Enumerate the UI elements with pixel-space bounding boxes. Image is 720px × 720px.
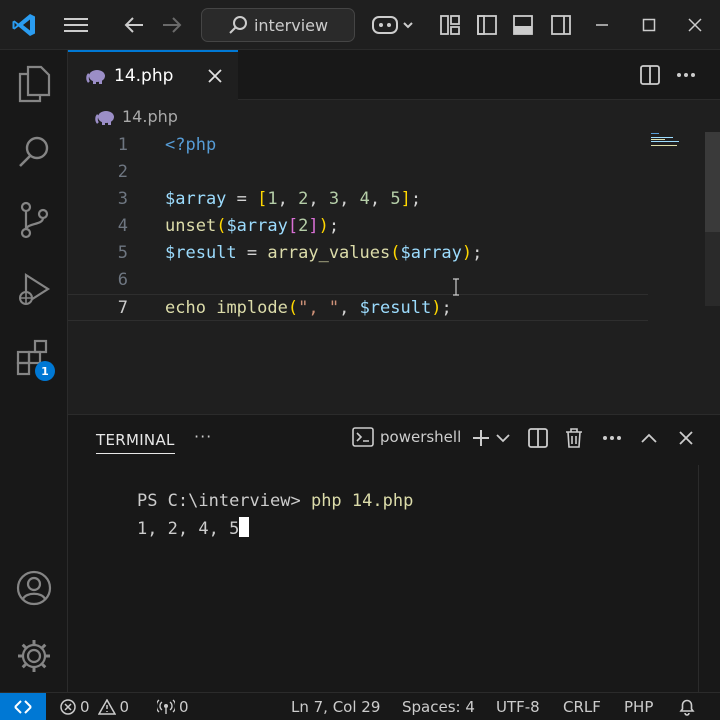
code-line: 3 $array = [1, 2, 3, 4, 5]; [68, 186, 648, 213]
warning-icon [97, 699, 116, 715]
more-actions-icon[interactable] [674, 63, 698, 87]
code-line: 6 [68, 267, 648, 294]
command-center-search[interactable]: interview [201, 8, 355, 42]
code-line: 4 unset($array[2]); [68, 213, 648, 240]
line-number: 7 [117, 298, 128, 318]
toggle-panel-icon[interactable] [511, 13, 535, 37]
terminal-output-line: 1, 2, 4, 5 [96, 497, 250, 559]
tab-14-php[interactable]: 14.php [68, 50, 238, 100]
vscode-logo-icon [8, 9, 40, 41]
php-elephant-icon [95, 109, 115, 125]
code-text: unset($array[2]); [165, 216, 340, 236]
text-cursor-icon [452, 278, 460, 296]
breadcrumb-file[interactable]: 14.php [122, 107, 178, 126]
terminal-output: 1, 2, 4, 5 [136, 519, 240, 539]
remote-indicator-icon[interactable] [0, 693, 46, 720]
extensions-icon[interactable]: 1 [0, 328, 68, 388]
editor-scrollbar[interactable] [698, 132, 720, 414]
code-line-current: 7 echo implode(", ", $result); [68, 294, 648, 321]
code-line: 1 <?php [68, 132, 648, 159]
tab-label: 14.php [114, 66, 174, 86]
forward-arrow-icon[interactable] [158, 12, 186, 38]
line-number: 5 [117, 243, 128, 263]
code-text: echo implode(", ", $result); [165, 298, 452, 318]
close-tab-icon[interactable] [208, 69, 222, 83]
panel-more-actions[interactable]: ··· [194, 427, 212, 446]
shell-name: powershell [380, 428, 462, 446]
broadcast-icon [157, 699, 175, 715]
source-control-icon[interactable] [0, 190, 68, 250]
title-bar: interview [0, 0, 720, 50]
copilot-icon[interactable] [370, 12, 416, 38]
warning-count: 0 [119, 698, 130, 716]
close-panel-icon[interactable] [675, 427, 697, 449]
search-text: interview [253, 15, 329, 35]
line-number: 1 [117, 135, 128, 155]
line-number: 2 [117, 162, 128, 182]
terminal-shell-selector[interactable]: powershell [352, 427, 461, 447]
run-debug-icon[interactable] [0, 260, 68, 320]
minimap[interactable] [651, 132, 691, 148]
toggle-primary-sidebar-icon[interactable] [475, 13, 499, 37]
terminal-icon [352, 427, 374, 447]
minimize-icon[interactable] [590, 13, 614, 37]
search-icon [228, 15, 248, 35]
problems-indicator[interactable]: 0 0 [60, 698, 129, 716]
search-icon[interactable] [0, 122, 68, 182]
encoding[interactable]: UTF-8 [496, 698, 540, 716]
maximize-icon[interactable] [637, 13, 661, 37]
line-number: 3 [117, 189, 128, 209]
php-elephant-icon [86, 68, 106, 84]
menu-icon[interactable] [60, 12, 92, 38]
back-arrow-icon[interactable] [120, 12, 148, 38]
code-text: $result = array_values($array); [165, 243, 483, 263]
terminal-more-icon[interactable] [600, 427, 624, 449]
split-editor-icon[interactable] [638, 63, 662, 87]
scrollbar-thumb[interactable] [705, 132, 720, 232]
split-terminal-icon[interactable] [527, 427, 549, 449]
close-window-icon[interactable] [683, 13, 707, 37]
code-line: 5 $result = array_values($array); [68, 240, 648, 267]
code-text: $array = [1, 2, 3, 4, 5]; [165, 189, 422, 209]
extensions-badge: 1 [35, 361, 55, 381]
accounts-icon[interactable] [0, 558, 68, 618]
cursor-position[interactable]: Ln 7, Col 29 [291, 698, 380, 716]
editor-tabs: 14.php [68, 50, 720, 100]
scrollbar-track [705, 232, 720, 306]
chevron-down-icon[interactable] [494, 429, 512, 447]
line-number: 4 [117, 216, 128, 236]
language-mode[interactable]: PHP [624, 698, 653, 716]
notifications-bell-icon[interactable] [678, 698, 696, 716]
manage-gear-icon[interactable] [0, 626, 68, 686]
line-ending[interactable]: CRLF [563, 698, 601, 716]
trash-icon[interactable] [563, 427, 585, 449]
activity-bar: 1 [0, 50, 68, 692]
ports-count: 0 [179, 698, 189, 716]
new-terminal-plus-icon[interactable] [470, 427, 492, 449]
error-icon [60, 699, 76, 715]
maximize-panel-chevron-up-icon[interactable] [638, 427, 660, 449]
breadcrumb: 14.php [68, 100, 720, 132]
code-line: 2 [68, 159, 648, 186]
toggle-secondary-sidebar-icon[interactable] [549, 13, 573, 37]
terminal-panel: TERMINAL ··· powershell PS C:\interview>… [68, 414, 720, 693]
customize-layout-icon[interactable] [438, 13, 462, 37]
tab-terminal[interactable]: TERMINAL [96, 431, 175, 454]
code-text: <?php [165, 135, 217, 155]
line-number: 6 [117, 270, 128, 290]
indentation[interactable]: Spaces: 4 [402, 698, 475, 716]
terminal-cursor [239, 517, 250, 537]
code-editor[interactable]: 1 <?php 2 3 $array = [1, 2, 3, 4, 5]; 4 … [68, 132, 720, 414]
ports-indicator[interactable]: 0 [157, 698, 189, 716]
terminal-command: php 14.php [310, 491, 414, 511]
explorer-icon[interactable] [0, 54, 68, 114]
error-count: 0 [80, 698, 90, 716]
terminal-scrollbar[interactable] [698, 465, 720, 693]
status-bar: 0 0 0 Ln 7, Col 29 Spaces: 4 UTF-8 CRLF … [0, 692, 720, 720]
